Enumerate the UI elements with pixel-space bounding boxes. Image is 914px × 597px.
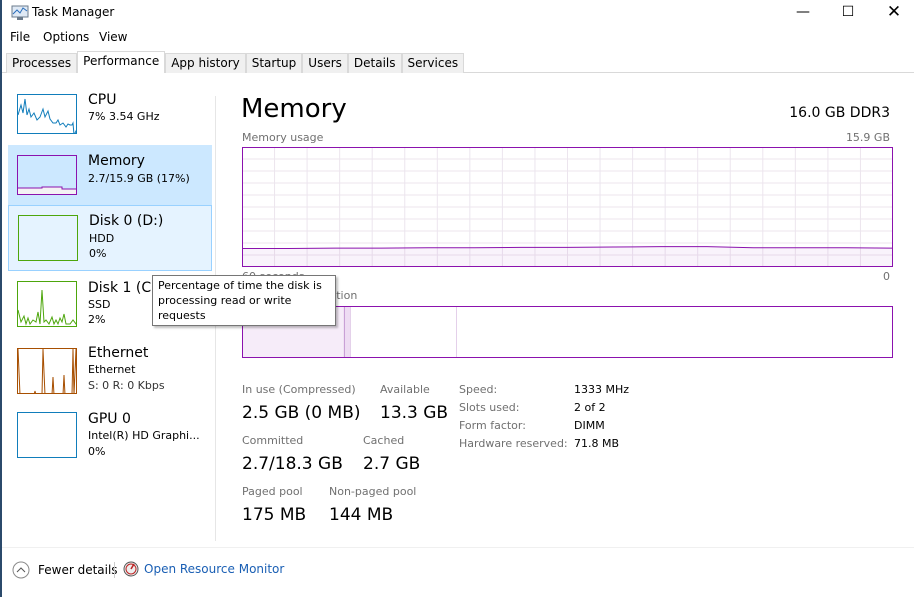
detail-form-factor-value: DIMM [574,419,605,432]
task-manager-icon [11,5,29,20]
sidebar-item-gpu0[interactable]: GPU 0 Intel(R) HD Graphi... 0% [8,408,212,472]
usage-graph-max: 15.9 GB [845,131,890,144]
stat-in-use-label: In use (Compressed) [242,383,356,396]
sidebar-cpu-value: 7% 3.54 GHz [88,110,160,123]
chevron-up-icon [12,561,30,579]
sidebar-ethernet-value: S: 0 R: 0 Kbps [88,379,165,392]
detail-hw-reserved-label: Hardware reserved: [459,437,568,450]
memory-spec: 16.0 GB DDR3 [789,105,890,121]
stat-committed-label: Committed [242,434,304,447]
sidebar-gpu0-model: Intel(R) HD Graphi... [88,429,200,442]
sidebar-memory-name: Memory [88,153,145,169]
sidebar-gpu0-name: GPU 0 [88,411,131,427]
tab-details[interactable]: Details [347,53,402,73]
sidebar-item-memory[interactable]: Memory 2.7/15.9 GB (17%) [8,145,212,205]
detail-slots-label: Slots used: [459,401,520,414]
fewer-details-button[interactable]: Fewer details [12,561,118,579]
sidebar-disk1-value: 2% [88,313,106,326]
sidebar-item-ethernet[interactable]: Ethernet Ethernet S: 0 R: 0 Kbps [8,342,212,406]
stat-paged-pool-value: 175 MB [242,505,307,525]
tab-bar: Processes Performance App history Startu… [6,51,465,73]
resource-monitor-icon [123,561,139,577]
sidebar-disk1-type: SSD [88,298,111,311]
sidebar-disk0-name: Disk 0 (D:) [89,213,164,229]
open-resource-monitor-label: Open Resource Monitor [144,562,285,576]
detail-speed-value: 1333 MHz [574,383,630,396]
stat-in-use-value: 2.5 GB (0 MB) [242,403,361,423]
menu-options[interactable]: Options [43,30,89,44]
tooltip: Percentage of time the disk is processin… [152,275,336,326]
disk0-thumbnail-graph [18,215,78,261]
cpu-thumbnail-graph [17,94,77,134]
maximize-button[interactable]: ☐ [825,0,871,26]
stat-nonpaged-pool-value: 144 MB [329,505,394,525]
stat-nonpaged-pool-label: Non-paged pool [329,485,417,498]
minimize-button[interactable]: — [780,0,826,26]
memory-composition-bar [242,306,893,358]
stat-committed-value: 2.7/18.3 GB [242,454,343,474]
menu-view[interactable]: View [99,30,127,44]
stat-cached-label: Cached [363,434,405,447]
usage-area [242,246,893,267]
composition-free [456,306,893,358]
stat-available-value: 13.3 GB [380,403,449,423]
composition-modified [344,306,351,358]
memory-usage-graph [242,147,893,267]
usage-graph-label: Memory usage [242,131,324,144]
disk1-thumbnail-graph [17,281,77,327]
tab-startup[interactable]: Startup [245,53,303,73]
footer-separator [114,562,115,578]
window-title: Task Manager [32,5,115,19]
sidebar-gpu0-value: 0% [88,445,106,458]
page-title: Memory [241,94,347,124]
tab-performance[interactable]: Performance [77,51,166,73]
fewer-details-label: Fewer details [38,563,118,577]
detail-speed-label: Speed: [459,383,498,396]
tab-services[interactable]: Services [401,53,465,73]
sidebar-ethernet-adapter: Ethernet [88,363,136,376]
sidebar-item-disk0[interactable]: Disk 0 (D:) HDD 0% [8,205,212,271]
tab-processes[interactable]: Processes [6,53,78,73]
memory-thumbnail-graph [17,155,77,195]
open-resource-monitor-link[interactable]: Open Resource Monitor [123,561,284,577]
tab-users[interactable]: Users [302,53,348,73]
menu-file[interactable]: File [10,30,30,44]
tab-app-history[interactable]: App history [165,53,246,73]
detail-hw-reserved-value: 71.8 MB [574,437,620,450]
sidebar-disk0-value: 0% [89,247,107,260]
ethernet-thumbnail-graph [17,348,77,394]
title-bar: Task Manager — ☐ ✕ [2,0,914,26]
close-button[interactable]: ✕ [871,0,914,26]
detail-form-factor-label: Form factor: [459,419,526,432]
stat-paged-pool-label: Paged pool [242,485,303,498]
sidebar-memory-value: 2.7/15.9 GB (17%) [88,172,190,185]
usage-graph-min: 0 [883,270,890,283]
sidebar-cpu-name: CPU [88,92,117,108]
sidebar-disk1-name: Disk 1 (C:) [88,280,162,296]
sidebar-ethernet-name: Ethernet [88,345,149,361]
composition-standby [350,306,457,358]
gpu0-thumbnail-graph [17,412,77,458]
detail-slots-value: 2 of 2 [574,401,606,414]
footer-divider [2,547,914,548]
stat-cached-value: 2.7 GB [363,454,421,474]
stat-available-label: Available [380,383,430,396]
sidebar-disk0-type: HDD [89,232,115,245]
